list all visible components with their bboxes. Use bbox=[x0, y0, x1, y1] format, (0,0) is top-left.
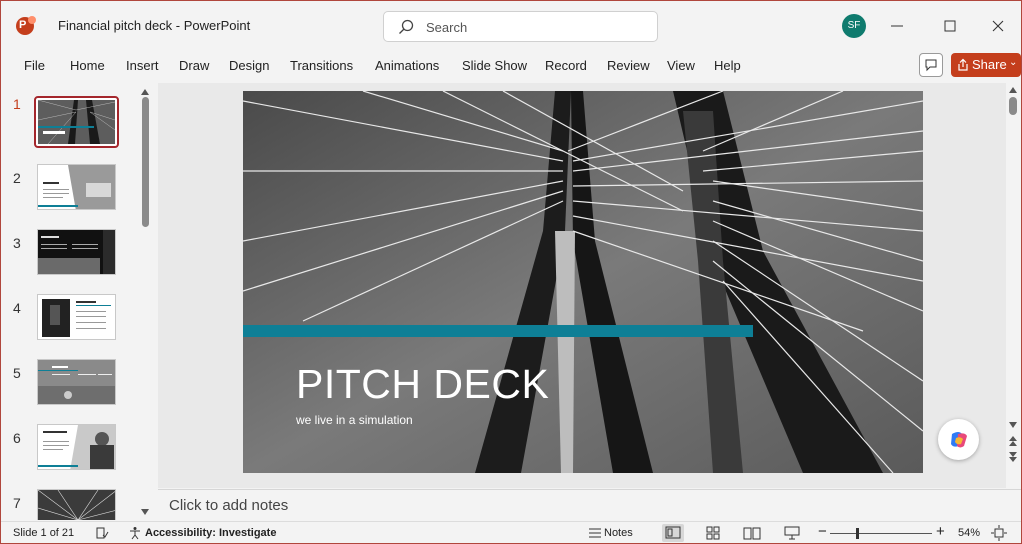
slide-thumbnail-1[interactable]: 1 bbox=[1, 96, 141, 159]
slide-number: 4 bbox=[13, 300, 21, 316]
tab-draw[interactable]: Draw bbox=[179, 58, 209, 73]
slide-title[interactable]: PITCH DECK bbox=[296, 361, 549, 408]
status-bar: Slide 1 of 21 Accessibility: Investigate… bbox=[1, 521, 1021, 543]
thumbnail-image bbox=[37, 229, 116, 275]
maximize-icon bbox=[944, 20, 956, 32]
accessibility-status[interactable]: Accessibility: Investigate bbox=[145, 527, 276, 539]
scroll-up-icon[interactable] bbox=[1007, 85, 1019, 95]
slide-number: 2 bbox=[13, 170, 21, 186]
window-title: Financial pitch deck - PowerPoint bbox=[58, 18, 251, 33]
search-input[interactable]: Search bbox=[383, 11, 658, 42]
maximize-button[interactable] bbox=[935, 11, 965, 41]
comments-button[interactable] bbox=[919, 53, 943, 77]
thumbnail-image bbox=[37, 294, 116, 340]
share-icon bbox=[958, 58, 968, 71]
thumbnail-image bbox=[37, 489, 116, 520]
tab-slide-show[interactable]: Slide Show bbox=[462, 58, 527, 73]
slide-sorter-button[interactable] bbox=[702, 524, 724, 542]
normal-view-button[interactable] bbox=[662, 524, 684, 542]
copilot-icon bbox=[951, 432, 967, 448]
scroll-down-icon[interactable] bbox=[1007, 420, 1019, 430]
tab-file[interactable]: File bbox=[24, 58, 45, 73]
slide-subtitle[interactable]: we live in a simulation bbox=[296, 413, 413, 427]
zoom-level[interactable]: 54% bbox=[958, 527, 980, 539]
fit-to-window-icon[interactable] bbox=[991, 525, 1007, 541]
close-icon bbox=[992, 20, 1004, 32]
notes-placeholder[interactable]: Click to add notes bbox=[169, 497, 288, 514]
thumbnail-image bbox=[37, 164, 116, 210]
thumbnail-image bbox=[37, 359, 116, 405]
reading-view-icon bbox=[743, 527, 761, 540]
minimize-icon bbox=[891, 25, 903, 27]
tab-review[interactable]: Review bbox=[607, 58, 650, 73]
tab-record[interactable]: Record bbox=[545, 58, 587, 73]
zoom-slider-handle[interactable] bbox=[856, 528, 859, 539]
tab-design[interactable]: Design bbox=[229, 58, 269, 73]
presentation-icon bbox=[784, 526, 800, 540]
reading-view-button[interactable] bbox=[741, 524, 763, 542]
scroll-up-icon[interactable] bbox=[139, 87, 151, 97]
next-slide-icon[interactable] bbox=[1007, 450, 1019, 464]
tab-transitions[interactable]: Transitions bbox=[290, 58, 353, 73]
spelling-check-icon[interactable] bbox=[95, 526, 109, 540]
slide-thumbnail-6[interactable]: 6 bbox=[1, 424, 141, 484]
editor-scrollbar[interactable] bbox=[1006, 83, 1021, 488]
accent-bar bbox=[243, 325, 753, 337]
slide-thumbnail-7[interactable]: 7 bbox=[1, 489, 141, 520]
scroll-down-icon[interactable] bbox=[139, 507, 151, 517]
title-bar: Financial pitch deck - PowerPoint Search… bbox=[1, 1, 1021, 51]
slide-sorter-icon bbox=[706, 526, 720, 540]
editor-scroll-thumb[interactable] bbox=[1009, 97, 1017, 115]
tab-insert[interactable]: Insert bbox=[126, 58, 159, 73]
thumbnail-image bbox=[37, 424, 116, 470]
slide-show-button[interactable] bbox=[781, 524, 803, 542]
zoom-out-button[interactable]: − bbox=[818, 523, 827, 540]
slide-thumbnail-4[interactable]: 4 bbox=[1, 294, 141, 354]
tab-help[interactable]: Help bbox=[714, 58, 741, 73]
slide-number: 5 bbox=[13, 365, 21, 381]
slide-thumbnail-2[interactable]: 2 bbox=[1, 164, 141, 224]
slide-number: 1 bbox=[13, 96, 21, 112]
slide-canvas[interactable]: PITCH DECK we live in a simulation bbox=[243, 91, 923, 473]
ribbon-tabs: File Home Insert Draw Design Transitions… bbox=[1, 51, 1021, 81]
share-button[interactable]: Share ⌄ bbox=[951, 53, 1021, 77]
search-placeholder: Search bbox=[426, 20, 468, 35]
slide-number: 7 bbox=[13, 495, 21, 511]
notes-pane[interactable]: Click to add notes bbox=[158, 489, 1021, 521]
slide-number: 3 bbox=[13, 235, 21, 251]
chevron-down-icon[interactable]: ⌄ bbox=[1009, 57, 1017, 68]
tab-home[interactable]: Home bbox=[70, 58, 105, 73]
notes-toggle[interactable]: Notes bbox=[604, 527, 633, 539]
notes-icon[interactable] bbox=[587, 526, 603, 540]
zoom-slider[interactable] bbox=[830, 533, 932, 534]
slide-counter[interactable]: Slide 1 of 21 bbox=[13, 527, 74, 539]
thumbnail-scroll-thumb[interactable] bbox=[142, 97, 149, 227]
share-label: Share bbox=[972, 57, 1007, 72]
zoom-in-button[interactable]: + bbox=[936, 523, 945, 540]
thumbnail-image bbox=[34, 96, 119, 148]
accessibility-icon[interactable] bbox=[128, 526, 142, 540]
tab-view[interactable]: View bbox=[667, 58, 695, 73]
minimize-button[interactable] bbox=[882, 11, 912, 41]
normal-view-icon bbox=[665, 526, 681, 539]
slide-thumbnail-pane: 1 2 3 4 5 6 7 bbox=[1, 83, 156, 520]
copilot-button[interactable] bbox=[938, 419, 979, 460]
comment-icon bbox=[925, 59, 937, 72]
slide-number: 6 bbox=[13, 430, 21, 446]
powerpoint-logo-icon bbox=[16, 16, 36, 35]
avatar[interactable]: SF bbox=[842, 14, 866, 38]
tab-animations[interactable]: Animations bbox=[375, 58, 439, 73]
search-icon bbox=[399, 19, 414, 34]
close-button[interactable] bbox=[983, 11, 1013, 41]
previous-slide-icon[interactable] bbox=[1007, 435, 1019, 449]
slide-thumbnail-3[interactable]: 3 bbox=[1, 229, 141, 289]
slide-thumbnail-5[interactable]: 5 bbox=[1, 359, 141, 419]
